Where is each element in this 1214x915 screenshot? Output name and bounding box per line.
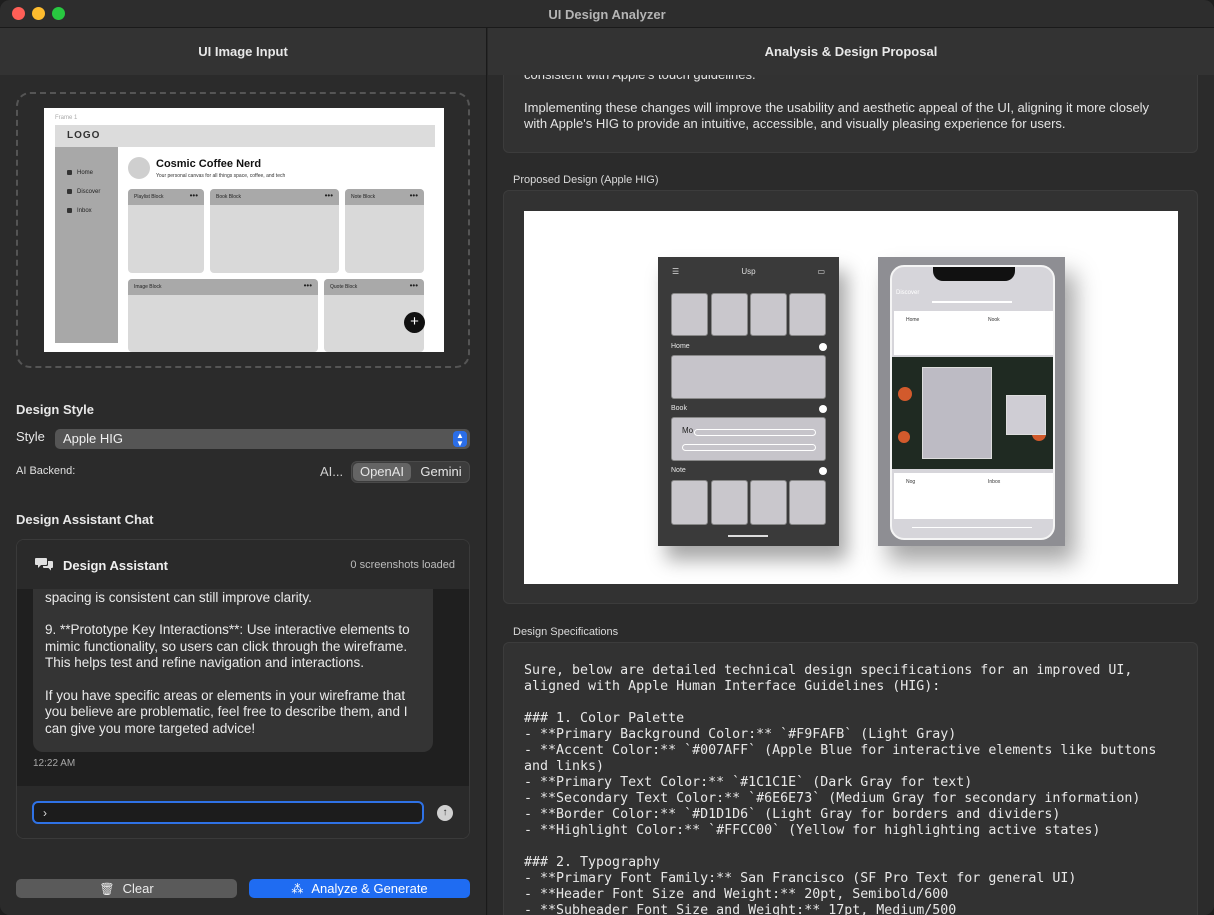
more-dots-icon: •••	[409, 191, 418, 200]
mock-panel	[671, 355, 826, 399]
mock-phone-light: Discover Home Nook Nog Inbox	[878, 257, 1065, 546]
style-label: Style	[16, 429, 45, 444]
app-window: UI Design Analyzer UI Image Input Frame …	[0, 0, 1214, 915]
design-specs-label: Design Specifications	[513, 626, 619, 638]
chat-title: Design Assistant	[63, 558, 168, 573]
style-select[interactable]: Apple HIG ▲ ▼	[55, 429, 470, 449]
wire-nav-inbox: Inbox	[67, 208, 92, 214]
style-select-value: Apple HIG	[63, 431, 123, 446]
send-arrow-icon[interactable]: ↑	[437, 805, 453, 821]
mock-tile	[750, 480, 787, 525]
analyze-generate-button[interactable]: ⁂ Analyze & Generate	[249, 879, 470, 898]
chat-input-area: › ↑	[17, 786, 469, 838]
more-dots-icon: •••	[303, 281, 312, 290]
left-pane: UI Image Input Frame 1 LOGO Home Discove…	[0, 28, 487, 915]
analysis-paragraph: Implementing these changes will improve …	[524, 99, 1150, 132]
trash-icon: 🗑	[99, 882, 115, 896]
right-pane[interactable]: consistent with Apple's touch guidelines…	[488, 28, 1214, 915]
ai-backend-label: AI Backend:	[16, 465, 76, 477]
mock-phone-dark-title: Usp	[741, 267, 756, 276]
more-dots-icon: •••	[409, 281, 418, 290]
ai-backend-truncated: AI...	[320, 464, 344, 479]
mock-slider	[682, 444, 816, 451]
mock-tile	[711, 480, 748, 525]
mock-phone-dark: ☰ Usp ▭ Home Book Mo Note	[658, 257, 839, 546]
chevron-updown-icon: ▲ ▼	[453, 431, 467, 448]
more-dots-icon: •••	[324, 191, 333, 200]
mock-notch	[933, 267, 1015, 281]
wireframe-preview: Frame 1 LOGO Home Discover Inbox Cosmic …	[44, 108, 444, 352]
wire-subtitle: Your personal canvas for all things spac…	[156, 173, 286, 179]
segment-openai[interactable]: OpenAI	[353, 463, 411, 481]
mock-divider	[932, 301, 1012, 303]
mock-slider	[694, 429, 816, 436]
frame-label: Frame 1	[55, 115, 78, 121]
mock-tile	[789, 293, 826, 336]
mock-tile	[671, 293, 708, 336]
chat-section-label: Design Assistant Chat	[16, 512, 154, 527]
mock-discover-label: Discover	[896, 290, 920, 296]
wire-sidebar: Home Discover Inbox	[55, 147, 118, 343]
window-title: UI Design Analyzer	[548, 7, 666, 22]
chat-input[interactable]: ›	[32, 801, 424, 824]
assistant-message-bubble: don't focus on visuals, ensuring element…	[33, 572, 433, 752]
design-style-label: Design Style	[16, 402, 95, 417]
mock-progress	[912, 527, 1032, 528]
mock-home-indicator	[728, 535, 768, 537]
proposed-design-label: Proposed Design (Apple HIG)	[513, 174, 659, 186]
design-specs-text: Sure, below are detailed technical desig…	[524, 663, 1157, 915]
segment-gemini[interactable]: Gemini	[413, 463, 469, 481]
right-pane-header: Analysis & Design Proposal	[488, 28, 1214, 75]
image-dropzone[interactable]: Frame 1 LOGO Home Discover Inbox Cosmic …	[16, 92, 470, 368]
mock-section-book: Book	[671, 405, 687, 412]
message-paragraph: If you have specific areas or elements i…	[45, 687, 408, 736]
screenshots-count: 0 screenshots loaded	[350, 559, 455, 571]
wire-block-note: Note Block •••	[345, 189, 424, 273]
mock-section-note: Note	[671, 467, 686, 474]
inbox-icon: ▭	[817, 267, 825, 276]
chat-panel: don't focus on visuals, ensuring element…	[16, 539, 470, 839]
message-timestamp: 12:22 AM	[33, 758, 76, 769]
mock-tile	[750, 293, 787, 336]
wire-block-image: Image Block •••	[128, 279, 318, 352]
wire-logo: LOGO	[67, 130, 101, 141]
design-specs-card: Sure, below are detailed technical desig…	[503, 642, 1198, 915]
message-paragraph: 9. **Prototype Key Interactions**: Use i…	[45, 622, 410, 670]
mock-row-label: Mo	[682, 426, 694, 435]
mock-dot	[819, 467, 827, 475]
mock-tile	[711, 293, 748, 336]
title-bar[interactable]: UI Design Analyzer	[0, 0, 1214, 28]
wire-nav-discover: Discover	[67, 189, 100, 195]
ai-backend-segmented: OpenAI Gemini	[351, 461, 470, 483]
mock-dot	[819, 343, 827, 351]
wire-avatar	[128, 157, 150, 179]
mock-panel: Mo	[671, 417, 826, 461]
mock-tile	[789, 480, 826, 525]
wire-block-book: Book Block •••	[210, 189, 339, 273]
sparkle-wand-icon: ⁂	[291, 882, 304, 896]
mock-photo	[892, 357, 1053, 469]
analysis-text-card: consistent with Apple's touch guidelines…	[503, 67, 1198, 153]
mock-card-bottom: Nog Inbox	[894, 473, 1053, 519]
chat-header: Design Assistant 0 screenshots loaded	[17, 540, 469, 589]
mock-phone-light-screen: Discover Home Nook Nog Inbox	[890, 265, 1055, 540]
clear-button[interactable]: 🗑 Clear	[16, 879, 237, 898]
mock-card-top: Home Nook	[894, 311, 1053, 355]
wire-nav-home: Home	[67, 170, 93, 176]
chat-bubbles-icon	[35, 558, 53, 571]
wire-block-playlist: Playlist Block •••	[128, 189, 204, 273]
wire-title: Cosmic Coffee Nerd	[156, 158, 262, 170]
proposed-design-image: ☰ Usp ▭ Home Book Mo Note Discover Home …	[524, 211, 1178, 584]
mock-section-home: Home	[671, 343, 690, 350]
mock-tile	[671, 480, 708, 525]
wire-topbar: LOGO	[55, 125, 435, 147]
mock-dot	[819, 405, 827, 413]
more-dots-icon: •••	[189, 191, 198, 200]
left-pane-header: UI Image Input	[0, 28, 486, 75]
proposed-design-card: ☰ Usp ▭ Home Book Mo Note Discover Home …	[503, 190, 1198, 604]
mock-phone-dark-topbar: ☰ Usp ▭	[658, 257, 839, 285]
wire-add-button: +	[404, 312, 425, 333]
